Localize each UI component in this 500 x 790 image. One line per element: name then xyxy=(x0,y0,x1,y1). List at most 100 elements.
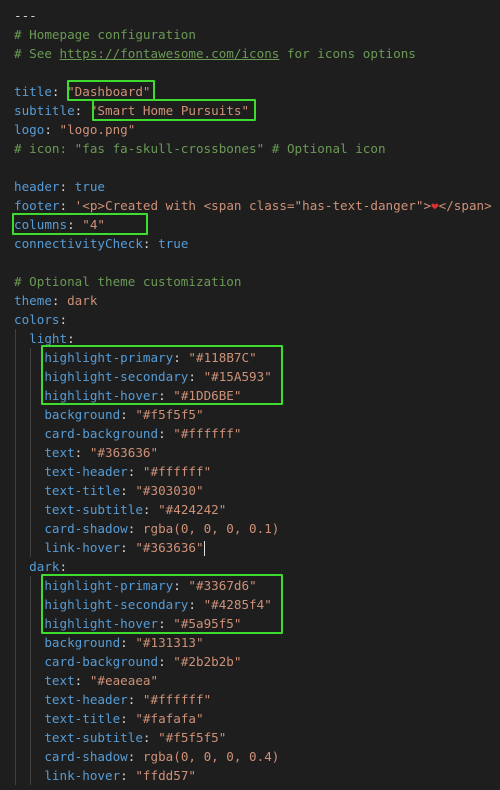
yaml-key: header xyxy=(14,179,60,194)
yaml-value: : xyxy=(44,122,60,137)
yaml-key: true xyxy=(74,179,106,194)
yaml-key: card-background xyxy=(14,426,159,441)
yaml-value: : xyxy=(120,635,136,650)
code-line[interactable]: # icon: "fas fa-skull-crossbones" # Opti… xyxy=(14,139,386,158)
yaml-value: : xyxy=(59,312,68,327)
code-line[interactable]: text: "#eaeaea" xyxy=(14,671,158,690)
yaml-value: "#131313" xyxy=(135,635,204,650)
yaml-value: : xyxy=(74,103,90,118)
code-line[interactable]: text-subtitle: "#424242" xyxy=(14,500,226,519)
yaml-value: --- xyxy=(14,8,37,23)
code-line[interactable]: --- xyxy=(14,6,37,25)
code-line[interactable]: card-shadow: rgba(0, 0, 0, 0.4) xyxy=(14,747,279,766)
yaml-key: light xyxy=(14,331,68,346)
code-line[interactable]: text: "#363636" xyxy=(14,443,158,462)
yaml-value: '<p>Created with <span class="has-text-d… xyxy=(74,198,432,213)
yaml-value: : xyxy=(51,84,68,99)
code-line[interactable]: text-subtitle: "#f5f5f5" xyxy=(14,728,226,747)
yaml-value: : xyxy=(74,445,90,460)
code-line[interactable]: card-background: "#ffffff" xyxy=(14,424,241,443)
yaml-value: : xyxy=(142,236,159,251)
code-line[interactable]: background: "#131313" xyxy=(14,633,204,652)
yaml-value: : xyxy=(120,483,136,498)
highlight-box xyxy=(92,99,256,121)
code-line[interactable]: theme: dark xyxy=(14,291,97,310)
yaml-key: dark xyxy=(14,559,60,574)
code-line[interactable]: text-title: "#303030" xyxy=(14,481,203,500)
yaml-value: : xyxy=(127,464,143,479)
yaml-key: footer xyxy=(14,198,60,213)
yaml-value: "#363636" xyxy=(89,445,159,460)
yaml-value: dark xyxy=(67,293,98,308)
yaml-value: rgba(0, 0, 0, 0.1) xyxy=(142,521,280,536)
yaml-value: "#f5f5f5" xyxy=(158,730,227,745)
heart-icon: ❤ xyxy=(431,198,439,213)
yaml-value: rgba(0, 0, 0, 0.4) xyxy=(142,749,280,764)
yaml-value: : xyxy=(127,692,143,707)
yaml-key: text-subtitle xyxy=(14,502,143,517)
yaml-key: connectivityCheck xyxy=(14,236,143,251)
code-line[interactable]: header: true xyxy=(14,177,105,196)
yaml-key: text xyxy=(14,673,75,688)
highlight-box xyxy=(41,345,283,405)
code-line[interactable]: text-title: "#fafafa" xyxy=(14,709,204,728)
yaml-key: card-shadow xyxy=(14,749,128,764)
yaml-value: : xyxy=(158,654,174,669)
yaml-key: text-header xyxy=(14,464,128,479)
comment-text: for icons options xyxy=(279,46,416,61)
yaml-value: : xyxy=(142,730,159,745)
yaml-value: : xyxy=(127,521,143,536)
yaml-value: : xyxy=(59,559,68,574)
yaml-value: : xyxy=(67,331,75,346)
yaml-key: colors xyxy=(14,312,60,327)
yaml-value: "logo.png" xyxy=(59,122,136,137)
code-line[interactable]: text-header: "#ffffff" xyxy=(14,690,211,709)
text-cursor xyxy=(203,541,205,556)
yaml-value: "#424242" xyxy=(158,502,227,517)
yaml-value: "#fafafa" xyxy=(135,711,204,726)
yaml-value: : xyxy=(59,198,75,213)
indent-guide xyxy=(30,576,31,785)
highlight-box xyxy=(67,80,155,101)
yaml-value: "ffdd57" xyxy=(135,768,196,783)
yaml-key: logo xyxy=(14,122,45,137)
yaml-value: : xyxy=(158,426,174,441)
yaml-value: : xyxy=(120,768,136,783)
yaml-value: "#2b2b2b" xyxy=(173,654,242,669)
yaml-key: text-header xyxy=(14,692,128,707)
indent-guide xyxy=(15,329,16,785)
highlight-box xyxy=(41,574,283,634)
code-line[interactable]: # Optional theme customization xyxy=(14,272,241,291)
code-line[interactable]: # See https://fontawesome.com/icons for … xyxy=(14,44,416,63)
yaml-key: theme xyxy=(14,293,52,308)
comment-text: # Optional theme customization xyxy=(14,274,242,289)
yaml-value: "#f5f5f5" xyxy=(135,407,204,422)
code-editor[interactable]: x ---# Homepage configuration# See https… xyxy=(0,0,500,790)
indent-guide xyxy=(30,348,31,557)
code-line[interactable]: colors: xyxy=(14,310,67,329)
yaml-value: : xyxy=(120,407,136,422)
yaml-value: "#363636" xyxy=(135,540,204,555)
code-line[interactable]: background: "#f5f5f5" xyxy=(14,405,204,424)
comment-text: # See xyxy=(14,46,60,61)
highlight-box xyxy=(12,213,148,235)
yaml-key: title xyxy=(14,84,52,99)
yaml-value: </span> xyxy=(438,198,492,213)
code-line[interactable]: link-hover: "#363636" xyxy=(14,538,205,557)
yaml-value: : xyxy=(120,540,136,555)
code-line[interactable]: # Homepage configuration xyxy=(14,25,196,44)
yaml-value: "#eaeaea" xyxy=(89,673,159,688)
yaml-value: "#ffffff" xyxy=(142,464,212,479)
yaml-value: : xyxy=(127,749,143,764)
code-line[interactable]: text-header: "#ffffff" xyxy=(14,462,211,481)
yaml-value: : xyxy=(74,673,90,688)
code-line[interactable]: card-background: "#2b2b2b" xyxy=(14,652,241,671)
yaml-value: "#ffffff" xyxy=(173,426,242,441)
yaml-value: : xyxy=(51,293,68,308)
yaml-value: : xyxy=(142,502,159,517)
code-line[interactable]: logo: "logo.png" xyxy=(14,120,135,139)
yaml-value: https://fontawesome.com/icons xyxy=(59,46,280,61)
code-line[interactable]: card-shadow: rgba(0, 0, 0, 0.1) xyxy=(14,519,279,538)
code-line[interactable]: link-hover: "ffdd57" xyxy=(14,766,196,785)
code-line[interactable]: connectivityCheck: true xyxy=(14,234,188,253)
